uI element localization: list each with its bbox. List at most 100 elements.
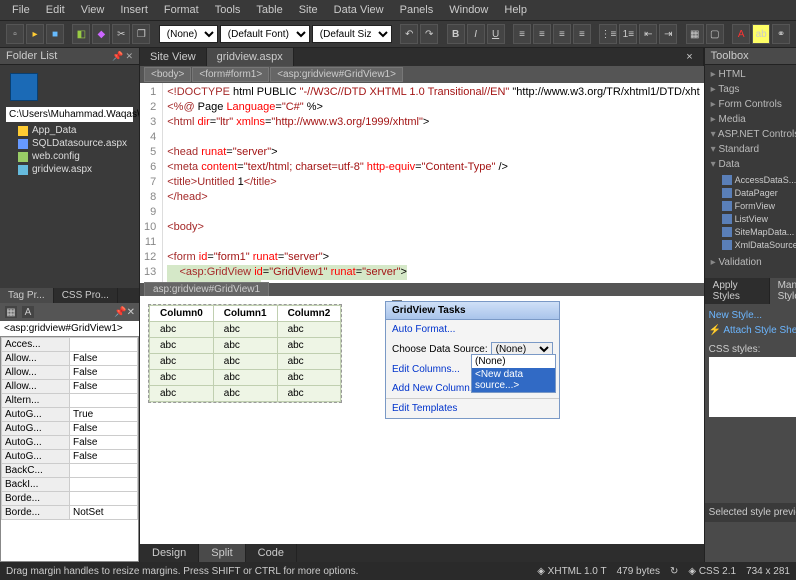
prop-sort-button[interactable]: A: [21, 305, 35, 319]
menu-view[interactable]: View: [73, 2, 113, 18]
styles-tab[interactable]: Manage Styles: [770, 278, 796, 304]
preview-button[interactable]: ◧: [72, 24, 90, 44]
dd-option-none[interactable]: (None): [472, 355, 555, 368]
menu-site[interactable]: Site: [291, 2, 326, 18]
toolbox-category[interactable]: Standard: [707, 142, 796, 157]
new-style-link[interactable]: New Style...: [709, 308, 762, 323]
property-row[interactable]: AutoG...True: [2, 408, 138, 422]
status-css[interactable]: ◈ CSS 2.1: [688, 566, 736, 577]
publish-button[interactable]: ◆: [92, 24, 110, 44]
design-surface[interactable]: Column0Column1Column2abcabcabcabcabcabca…: [140, 296, 704, 544]
edit-templates-link[interactable]: Edit Templates: [386, 398, 559, 418]
toolbox-category[interactable]: HTML: [707, 67, 796, 82]
italic-button[interactable]: I: [467, 24, 485, 44]
crumb-item[interactable]: <asp:gridview#GridView1>: [270, 67, 403, 82]
undo-button[interactable]: ↶: [400, 24, 418, 44]
path-field[interactable]: C:\Users\Muhammad.Waqas\Do: [6, 107, 133, 122]
menu-edit[interactable]: Edit: [38, 2, 73, 18]
numbering-button[interactable]: 1≡: [619, 24, 637, 44]
datasource-dropdown[interactable]: (None) <New data source...>: [471, 354, 556, 393]
property-row[interactable]: Allow...False: [2, 352, 138, 366]
toolbox-item[interactable]: DataPager: [721, 187, 796, 199]
property-row[interactable]: Altern...: [2, 394, 138, 408]
highlight-button[interactable]: ab: [752, 24, 770, 44]
property-row[interactable]: Allow...False: [2, 380, 138, 394]
tag-selector[interactable]: <asp:gridview#GridView1>: [0, 321, 139, 336]
status-doctype[interactable]: ◈ XHTML 1.0 T: [537, 566, 606, 577]
save-button[interactable]: ■: [46, 24, 64, 44]
gridview-control[interactable]: Column0Column1Column2abcabcabcabcabcabca…: [148, 304, 342, 403]
property-row[interactable]: Acces...: [2, 338, 138, 352]
view-tab-split[interactable]: Split: [199, 544, 245, 562]
table-button[interactable]: ▦: [686, 24, 704, 44]
dd-option-new[interactable]: <New data source...>: [472, 368, 555, 392]
close-icon[interactable]: ✕: [125, 51, 133, 62]
property-row[interactable]: AutoG...False: [2, 436, 138, 450]
doc-tab[interactable]: gridview.aspx: [207, 48, 294, 66]
property-row[interactable]: AutoG...False: [2, 450, 138, 464]
copy-button[interactable]: ❐: [132, 24, 150, 44]
menu-window[interactable]: Window: [441, 2, 496, 18]
crumb-item[interactable]: <body>: [144, 67, 191, 82]
menu-help[interactable]: Help: [496, 2, 535, 18]
code-editor[interactable]: 123456789101112131415161718 <!DOCTYPE ht…: [140, 83, 704, 283]
property-row[interactable]: BackC...: [2, 464, 138, 478]
redo-button[interactable]: ↷: [420, 24, 438, 44]
close-icon[interactable]: ✕: [127, 307, 135, 318]
tab-0[interactable]: Tag Pr...: [0, 288, 54, 303]
menu-panels[interactable]: Panels: [392, 2, 442, 18]
indent-button[interactable]: ⇥: [659, 24, 677, 44]
toolbox-item[interactable]: ListView: [721, 213, 796, 225]
tree-item[interactable]: web.config: [4, 150, 135, 163]
doc-tab[interactable]: Site View: [140, 48, 207, 66]
cut-button[interactable]: ✂: [112, 24, 130, 44]
menu-file[interactable]: File: [4, 2, 38, 18]
outdent-button[interactable]: ⇤: [639, 24, 657, 44]
borders-button[interactable]: ▢: [706, 24, 724, 44]
styles-tab[interactable]: Apply Styles: [705, 278, 770, 304]
css-styles-list[interactable]: [709, 357, 796, 417]
property-grid[interactable]: Acces...Allow...FalseAllow...FalseAllow.…: [0, 336, 139, 562]
align-center-button[interactable]: ≡: [533, 24, 551, 44]
site-icon[interactable]: [10, 73, 38, 101]
status-refresh-icon[interactable]: ↻: [670, 566, 678, 577]
pin-icon[interactable]: 📌: [112, 51, 123, 62]
font-combo[interactable]: (Default Font): [220, 25, 310, 43]
style-combo[interactable]: (None): [159, 25, 218, 43]
toolbox-category[interactable]: Validation: [707, 255, 796, 270]
property-row[interactable]: BackI...: [2, 478, 138, 492]
bold-button[interactable]: B: [447, 24, 465, 44]
property-row[interactable]: Borde...: [2, 492, 138, 506]
align-right-button[interactable]: ≡: [553, 24, 571, 44]
menu-tools[interactable]: Tools: [207, 2, 249, 18]
close-tab-icon[interactable]: ×: [676, 48, 703, 66]
view-tab-code[interactable]: Code: [246, 544, 297, 562]
menu-insert[interactable]: Insert: [112, 2, 156, 18]
auto-format-link[interactable]: Auto Format...: [386, 320, 559, 339]
tab-1[interactable]: CSS Pro...: [54, 288, 118, 303]
prop-view-button[interactable]: ▦: [4, 305, 18, 319]
tree-item[interactable]: App_Data: [4, 124, 135, 137]
font-color-button[interactable]: A: [732, 24, 750, 44]
menu-table[interactable]: Table: [248, 2, 290, 18]
tree-item[interactable]: SQLDatasource.aspx: [4, 137, 135, 150]
property-row[interactable]: Allow...False: [2, 366, 138, 380]
menu-format[interactable]: Format: [156, 2, 207, 18]
new-button[interactable]: ▫: [6, 24, 24, 44]
link-button[interactable]: ⚭: [772, 24, 790, 44]
underline-button[interactable]: U: [487, 24, 505, 44]
view-tab-design[interactable]: Design: [140, 544, 199, 562]
toolbox-item[interactable]: SiteMapData...: [721, 226, 796, 238]
align-left-button[interactable]: ≡: [513, 24, 531, 44]
property-row[interactable]: Borde...NotSet: [2, 506, 138, 520]
property-row[interactable]: AutoG...False: [2, 422, 138, 436]
menu-data-view[interactable]: Data View: [326, 2, 392, 18]
toolbox-category[interactable]: Tags: [707, 82, 796, 97]
toolbox-category[interactable]: Form Controls: [707, 97, 796, 112]
toolbox-item[interactable]: FormView: [721, 200, 796, 212]
toolbox-item[interactable]: AccessDataS...: [721, 174, 796, 186]
size-combo[interactable]: (Default Size): [312, 25, 392, 43]
toolbox-item[interactable]: XmlDataSource: [721, 239, 796, 251]
pin-icon[interactable]: 📌: [114, 307, 126, 318]
justify-button[interactable]: ≡: [573, 24, 591, 44]
